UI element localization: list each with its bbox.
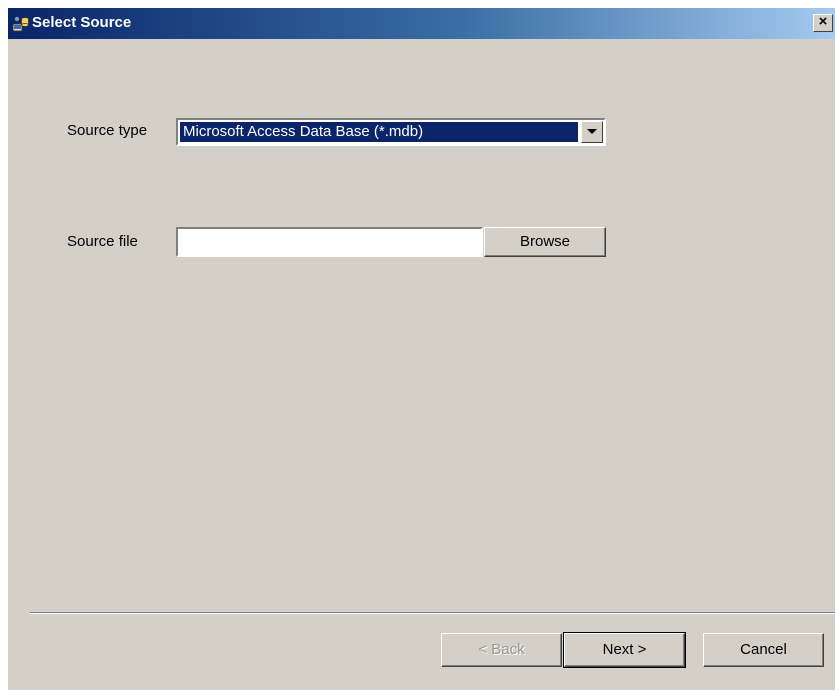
dropdown-button[interactable] bbox=[581, 121, 603, 143]
footer-separator bbox=[30, 612, 835, 614]
source-file-input[interactable] bbox=[176, 227, 483, 257]
chevron-down-icon bbox=[587, 129, 597, 134]
source-type-selected-value: Microsoft Access Data Base (*.mdb) bbox=[179, 121, 579, 143]
close-button[interactable]: × bbox=[813, 13, 833, 32]
title-bar[interactable]: Select Source × bbox=[8, 8, 835, 39]
back-button[interactable]: < Back bbox=[441, 633, 562, 667]
select-source-dialog: Select Source × Source type Microsoft Ac… bbox=[8, 8, 835, 690]
source-file-label: Source file bbox=[67, 233, 138, 250]
database-wizard-icon bbox=[12, 15, 30, 33]
source-type-dropdown[interactable]: Microsoft Access Data Base (*.mdb) bbox=[176, 118, 606, 146]
next-button[interactable]: Next > bbox=[563, 632, 686, 668]
browse-button[interactable]: Browse bbox=[484, 227, 606, 257]
source-type-label: Source type bbox=[67, 122, 148, 139]
window-title: Select Source bbox=[32, 14, 132, 31]
cancel-button[interactable]: Cancel bbox=[703, 633, 824, 667]
close-icon: × bbox=[818, 13, 828, 30]
